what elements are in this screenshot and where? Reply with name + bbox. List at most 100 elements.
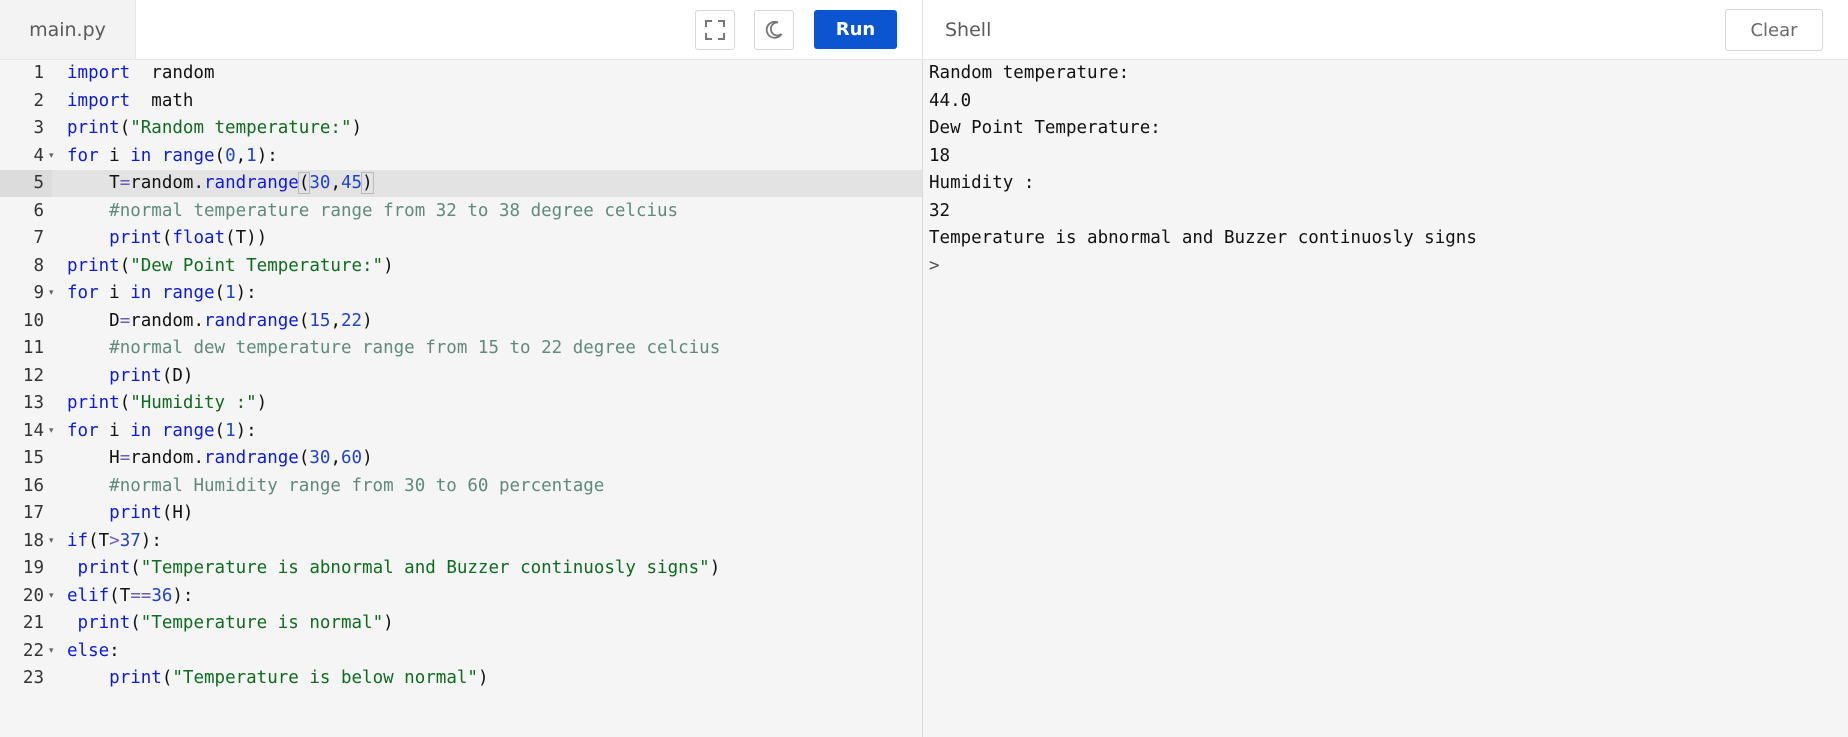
line-gutter: 19	[0, 555, 52, 582]
theme-toggle-button[interactable]	[754, 10, 794, 50]
code-line[interactable]: 1 import random	[0, 60, 922, 87]
code-line[interactable]: 15 H=random.randrange(30,60)	[0, 445, 922, 472]
output-line: 44.0	[929, 90, 972, 111]
line-number: 20	[22, 585, 44, 606]
line-gutter: 5	[0, 170, 52, 197]
clear-button[interactable]: Clear	[1725, 9, 1823, 51]
code-text: print("Dew Point Temperature:")	[67, 255, 394, 276]
code-line[interactable]: 10 D=random.randrange(15,22)	[0, 308, 922, 335]
code-line[interactable]: 23 print("Temperature is below normal")	[0, 665, 922, 692]
line-gutter: 12	[0, 363, 52, 390]
code-line[interactable]: 22 ▾ else:	[0, 638, 922, 665]
line-gutter: 6	[0, 198, 52, 225]
online-python-ide: main.py Run Shell Clear 1 import random 2 i…	[0, 0, 1848, 737]
line-number: 21	[22, 613, 44, 633]
moon-icon	[763, 19, 785, 41]
line-number: 14	[22, 420, 44, 441]
code-text: for i in range(1):	[67, 420, 257, 441]
fold-arrow-icon[interactable]: ▾	[49, 280, 54, 307]
line-gutter: 10	[0, 308, 52, 335]
line-number: 10	[22, 310, 44, 331]
code-text: print(float(T))	[109, 228, 268, 248]
code-line[interactable]: 7 print(float(T))	[0, 225, 922, 252]
line-gutter: 7	[0, 225, 52, 252]
fold-arrow-icon[interactable]: ▾	[49, 143, 54, 170]
code-editor[interactable]: 1 import random 2 import math 3 print("Random…	[0, 60, 922, 737]
code-line[interactable]: 12 print(D)	[0, 363, 922, 390]
line-gutter: 17	[0, 500, 52, 527]
code-line[interactable]: 14 ▾ for i in range(1):	[0, 418, 922, 445]
run-button[interactable]: Run	[814, 10, 897, 49]
code-text: print("Temperature is abnormal and Buzze…	[77, 558, 721, 578]
line-number: 9	[33, 283, 44, 303]
panel-divider	[922, 0, 923, 59]
line-number: 4	[33, 145, 44, 166]
line-gutter: 3	[0, 115, 52, 142]
file-tab-main-py[interactable]: main.py	[0, 0, 136, 59]
line-gutter: 13	[0, 390, 52, 417]
code-text: D=random.randrange(15,22)	[67, 310, 373, 331]
line-gutter: 9	[0, 280, 52, 307]
line-gutter: 11	[0, 335, 52, 362]
line-number: 16	[22, 475, 44, 496]
code-line[interactable]: 17 print(H)	[0, 500, 922, 527]
output-line: Random temperature:	[929, 63, 1130, 83]
output-line: Temperature is abnormal and Buzzer conti…	[929, 228, 1477, 248]
code-line[interactable]: 20 ▾ elif(T==36):	[0, 583, 922, 610]
line-gutter: 8	[0, 253, 52, 280]
code-text: print("Humidity :")	[67, 393, 268, 413]
line-gutter: 20	[0, 583, 52, 610]
code-line[interactable]: 8 print("Dew Point Temperature:")	[0, 253, 922, 280]
code-line[interactable]: 4 ▾ for i in range(0,1):	[0, 143, 922, 170]
line-number: 23	[22, 668, 44, 688]
code-text: T=random.randrange(30,45)	[67, 172, 374, 194]
fold-arrow-icon[interactable]: ▾	[49, 638, 54, 665]
fold-arrow-icon[interactable]: ▾	[49, 528, 54, 555]
code-text: import math	[67, 90, 194, 111]
shell-prompt[interactable]: >	[929, 253, 940, 280]
code-text: for i in range(1):	[67, 283, 257, 303]
code-text: if(T>37):	[67, 530, 162, 551]
line-number: 12	[22, 365, 44, 386]
shell-output[interactable]: Random temperature: 44.0 Dew Point Tempera…	[923, 60, 1848, 737]
code-line[interactable]: 21 print("Temperature is normal")	[0, 610, 922, 637]
line-gutter: 1	[0, 60, 52, 87]
line-number: 7	[33, 228, 44, 248]
code-text: else:	[67, 640, 120, 661]
code-line[interactable]: 18 ▾ if(T>37):	[0, 528, 922, 555]
line-gutter: 14	[0, 418, 52, 445]
code-text: #normal Humidity range from 30 to 60 per…	[109, 475, 605, 496]
line-number: 19	[22, 558, 44, 578]
code-text: print("Temperature is normal")	[77, 613, 394, 633]
line-gutter: 22	[0, 638, 52, 665]
code-line[interactable]: 3 print("Random temperature:")	[0, 115, 922, 142]
code-line[interactable]: 19 print("Temperature is abnormal and Bu…	[0, 555, 922, 582]
line-gutter: 18	[0, 528, 52, 555]
code-line[interactable]: 2 import math	[0, 88, 922, 115]
line-gutter: 4	[0, 143, 52, 170]
line-number: 3	[33, 118, 44, 138]
code-line[interactable]: 11 #normal dew temperature range from 15…	[0, 335, 922, 362]
line-gutter: 15	[0, 445, 52, 472]
code-text: print("Random temperature:")	[67, 118, 363, 138]
line-number: 2	[33, 90, 44, 111]
code-text: #normal temperature range from 32 to 38 …	[109, 200, 679, 221]
line-number: 8	[33, 255, 44, 276]
line-number: 18	[22, 530, 44, 551]
line-number: 6	[33, 200, 44, 221]
fold-arrow-icon[interactable]: ▾	[49, 418, 54, 445]
code-text: import random	[67, 63, 215, 83]
code-line[interactable]: 5 T=random.randrange(30,45)	[0, 170, 922, 197]
line-number: 11	[22, 338, 44, 358]
fullscreen-button[interactable]	[695, 10, 735, 50]
line-gutter: 16	[0, 473, 52, 500]
code-line[interactable]: 9 ▾ for i in range(1):	[0, 280, 922, 307]
line-number: 5	[33, 173, 44, 193]
code-text: #normal dew temperature range from 15 to…	[109, 338, 721, 358]
fold-arrow-icon[interactable]: ▾	[49, 583, 54, 610]
line-number: 1	[33, 63, 44, 83]
code-line[interactable]: 16 #normal Humidity range from 30 to 60 …	[0, 473, 922, 500]
code-line[interactable]: 13 print("Humidity :")	[0, 390, 922, 417]
line-number: 13	[22, 393, 44, 413]
code-line[interactable]: 6 #normal temperature range from 32 to 3…	[0, 198, 922, 225]
